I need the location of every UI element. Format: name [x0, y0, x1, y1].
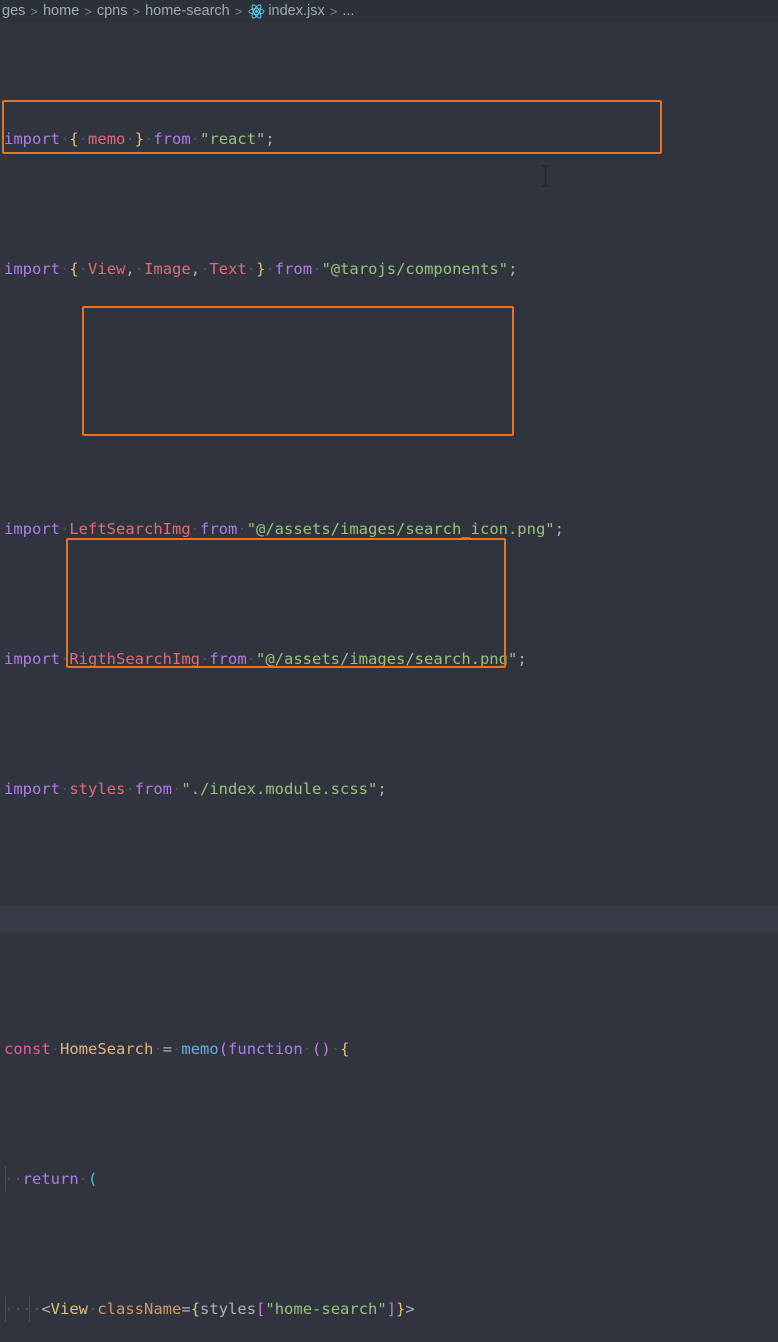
breadcrumb: ges > home > cpns > home-search > index.…: [0, 0, 778, 22]
react-icon: [248, 3, 265, 20]
breadcrumb-separator: >: [329, 3, 338, 19]
code-line[interactable]: import·{·memo·}·from·"react";: [0, 126, 778, 152]
code-line[interactable]: ····<View·className={styles["home-search…: [0, 1296, 778, 1322]
breadcrumb-item-cpns[interactable]: cpns: [97, 3, 128, 19]
code-content[interactable]: import·{·memo·}·from·"react"; import·{·V…: [0, 22, 778, 1322]
breadcrumb-item-more[interactable]: ...: [342, 3, 354, 19]
code-editor-window: ges > home > cpns > home-search > index.…: [0, 0, 778, 1322]
code-line[interactable]: import·{·View,·Image,·Text·}·from·"@taro…: [0, 256, 778, 282]
breadcrumb-item-home-search[interactable]: home-search: [145, 3, 230, 19]
breadcrumb-item-ges[interactable]: ges: [2, 3, 25, 19]
breadcrumb-separator: >: [132, 3, 141, 19]
code-line-current[interactable]: [0, 906, 778, 932]
code-line[interactable]: import·styles·from·"./index.module.scss"…: [0, 776, 778, 802]
breadcrumb-separator: >: [234, 3, 243, 19]
breadcrumb-separator: >: [30, 3, 38, 19]
breadcrumb-item-index-jsx[interactable]: index.jsx: [268, 3, 324, 19]
code-line[interactable]: import·RigthSearchImg·from·"@/assets/ima…: [0, 646, 778, 672]
code-line[interactable]: const·HomeSearch·=·memo(function·()·{: [0, 1036, 778, 1062]
breadcrumb-separator: >: [84, 3, 92, 19]
text-cursor-icon: [540, 165, 551, 187]
code-line[interactable]: import·LeftSearchImg·from·"@/assets/imag…: [0, 516, 778, 542]
code-line-blank[interactable]: [0, 386, 778, 412]
breadcrumb-item-home[interactable]: home: [43, 3, 79, 19]
code-line[interactable]: ··return·(: [0, 1166, 778, 1192]
